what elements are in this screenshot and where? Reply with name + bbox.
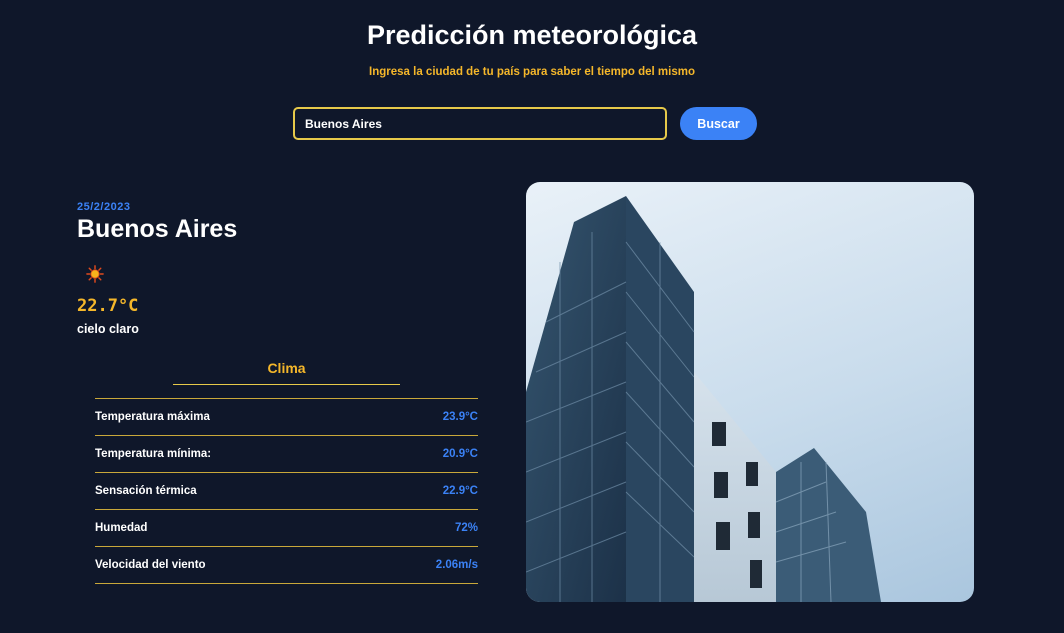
row-value: 2.06m/s	[435, 559, 478, 571]
table-row-max-temp: Temperatura máxima 23.9°C	[95, 399, 478, 436]
city-search-input[interactable]	[293, 107, 667, 140]
table-row-wind-speed: Velocidad del viento 2.06m/s	[95, 547, 478, 584]
row-label: Humedad	[95, 522, 148, 534]
building-illustration	[526, 196, 881, 602]
search-button[interactable]: Buscar	[680, 107, 757, 140]
weather-date: 25/2/2023	[77, 201, 131, 213]
row-label: Temperatura máxima	[95, 411, 210, 423]
city-building-photo	[526, 182, 974, 602]
city-name: Buenos Aires	[77, 215, 238, 243]
row-value: 72%	[454, 522, 478, 534]
weather-description: cielo claro	[77, 322, 139, 336]
sun-icon	[86, 265, 104, 283]
row-label: Velocidad del viento	[95, 559, 206, 571]
row-label: Sensación térmica	[95, 485, 197, 497]
table-row-feels-like: Sensación térmica 22.9°C	[95, 473, 478, 510]
clima-divider	[173, 384, 400, 385]
row-value: 22.9°C	[442, 485, 478, 497]
current-temperature: 22.7°C	[77, 296, 139, 316]
clima-heading: Clima	[267, 360, 306, 376]
weather-details-table: Temperatura máxima 23.9°C Temperatura mí…	[95, 398, 478, 584]
table-row-min-temp: Temperatura mínima: 20.9°C	[95, 436, 478, 473]
table-row-humidity: Humedad 72%	[95, 510, 478, 547]
row-value: 23.9°C	[442, 411, 478, 423]
page-title: Predicción meteorológica	[366, 20, 698, 50]
page-subtitle: Ingresa la ciudad de tu país para saber …	[369, 66, 695, 78]
row-label: Temperatura mínima:	[95, 448, 212, 460]
row-value: 20.9°C	[442, 448, 478, 460]
weather-app: Predicción meteorológica Ingresa la ciud…	[0, 0, 1064, 633]
